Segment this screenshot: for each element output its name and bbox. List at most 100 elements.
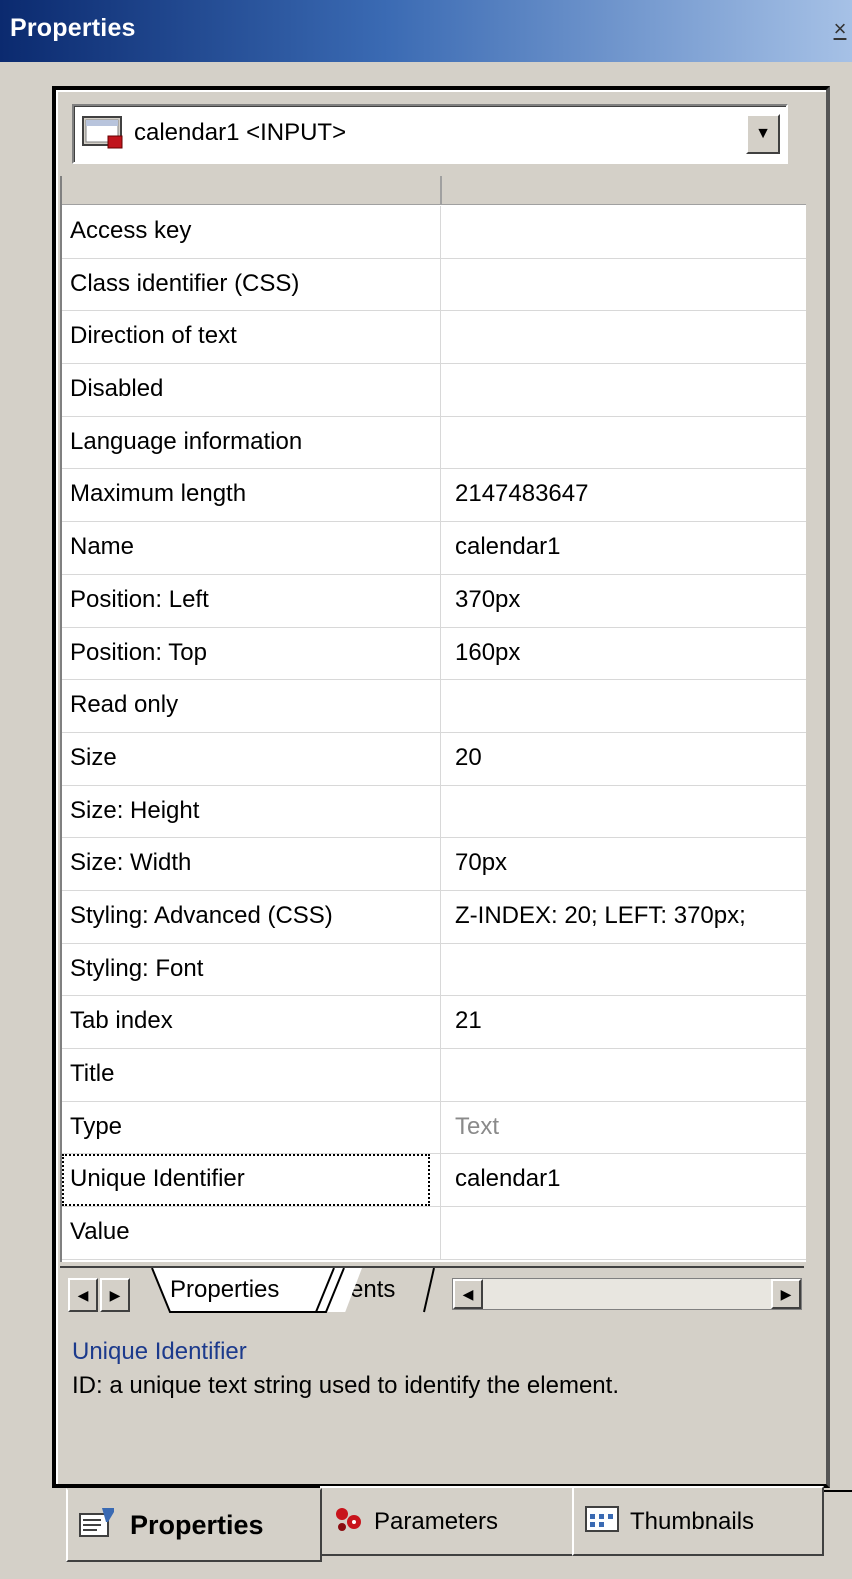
column-divider: [440, 258, 441, 311]
close-button[interactable]: ×: [828, 16, 852, 42]
property-row[interactable]: Access key: [62, 206, 806, 259]
property-row[interactable]: Class identifier (CSS): [62, 258, 806, 312]
properties-icon: [78, 1506, 118, 1547]
property-name[interactable]: Size: [70, 733, 117, 785]
property-value[interactable]: Z-INDEX: 20; LEFT: 370px;: [455, 891, 805, 943]
window-title: Properties: [10, 14, 136, 42]
column-divider: [440, 206, 441, 258]
input-element-icon: [82, 116, 126, 155]
property-grid: Access key Class identifier (CSS) Directio…: [60, 176, 806, 1262]
property-row[interactable]: Value: [62, 1207, 806, 1260]
property-value[interactable]: [455, 417, 805, 469]
scroll-right-button[interactable]: ▶: [771, 1279, 801, 1309]
property-name[interactable]: Styling: Font: [70, 944, 203, 996]
property-row[interactable]: Position: Top 160px: [62, 627, 806, 681]
property-value[interactable]: [455, 259, 805, 311]
property-value[interactable]: [455, 1207, 805, 1259]
property-row[interactable]: Read only: [62, 680, 806, 733]
property-name[interactable]: Disabled: [70, 364, 163, 416]
property-name[interactable]: Access key: [70, 206, 191, 258]
property-name[interactable]: Title: [70, 1049, 114, 1101]
property-value[interactable]: calendar1: [455, 522, 805, 574]
property-value[interactable]: [455, 206, 805, 258]
tab-parameters-label: Parameters: [374, 1508, 499, 1535]
property-name[interactable]: Type: [70, 1102, 122, 1154]
arrow-left-icon: ◀: [77, 1287, 89, 1303]
property-name[interactable]: Position: Top: [70, 628, 207, 680]
property-row[interactable]: Size: Width 70px: [62, 838, 806, 891]
property-row[interactable]: Title: [62, 1049, 806, 1102]
column-divider[interactable]: [440, 176, 442, 204]
property-value[interactable]: 2147483647: [455, 469, 805, 521]
tab-properties-panel[interactable]: Properties: [66, 1488, 322, 1562]
property-row[interactable]: Language information: [62, 416, 806, 470]
property-row[interactable]: Disabled: [62, 364, 806, 417]
column-divider: [440, 680, 441, 732]
property-value[interactable]: Text: [455, 1102, 805, 1154]
property-name[interactable]: Value: [70, 1207, 130, 1259]
thumbnails-icon: [584, 1504, 620, 1541]
property-name[interactable]: Read only: [70, 680, 178, 732]
property-row[interactable]: Styling: Font: [62, 943, 806, 997]
column-divider: [440, 1207, 441, 1259]
object-selector-combobox[interactable]: calendar1 <INPUT> ▼: [72, 104, 788, 164]
property-name[interactable]: Unique Identifier: [62, 1154, 430, 1207]
property-rows: Access key Class identifier (CSS) Directio…: [62, 206, 806, 1260]
property-row[interactable]: Direction of text: [62, 311, 806, 365]
property-value[interactable]: 20: [455, 733, 805, 785]
property-row[interactable]: Position: Left 370px: [62, 574, 806, 628]
property-value[interactable]: [455, 944, 805, 996]
property-name[interactable]: Size: Height: [70, 786, 199, 838]
property-name[interactable]: Tab index: [70, 996, 173, 1048]
property-row[interactable]: Tab index 21: [62, 996, 806, 1049]
property-value[interactable]: 21: [455, 996, 805, 1048]
horizontal-scrollbar[interactable]: ◀ ▶: [452, 1278, 802, 1310]
tab-scroll-left-button[interactable]: ◀: [68, 1278, 98, 1312]
property-value[interactable]: [455, 1049, 805, 1101]
tab-scroll-right-button[interactable]: ▶: [100, 1278, 130, 1312]
description-pane: Unique Identifier ID: a unique text stri…: [60, 1318, 804, 1478]
column-divider: [440, 416, 441, 469]
property-name[interactable]: Styling: Advanced (CSS): [70, 891, 333, 943]
column-divider: [440, 890, 441, 943]
scroll-left-button[interactable]: ◀: [453, 1279, 483, 1309]
property-name[interactable]: Position: Left: [70, 575, 209, 627]
column-divider: [440, 522, 441, 574]
property-name[interactable]: Language information: [70, 417, 302, 469]
arrow-right-icon: ▶: [780, 1286, 792, 1302]
tab-thumbnails[interactable]: Thumbnails: [572, 1486, 824, 1556]
property-value[interactable]: 370px: [455, 575, 805, 627]
property-row[interactable]: Styling: Advanced (CSS) Z-INDEX: 20; LEFT…: [62, 890, 806, 944]
property-name[interactable]: Class identifier (CSS): [70, 259, 299, 311]
column-divider: [440, 364, 441, 416]
property-row[interactable]: Unique Identifier calendar1: [62, 1154, 806, 1208]
arrow-right-icon: ▶: [109, 1287, 121, 1303]
object-selector-value: calendar1 <INPUT>: [134, 119, 347, 146]
sheet-tab-strip: ◀ ▶ Events Properties ◀ ▶: [60, 1266, 804, 1318]
property-name[interactable]: Direction of text: [70, 311, 237, 363]
property-value[interactable]: calendar1: [455, 1154, 805, 1206]
property-row[interactable]: Type Text: [62, 1101, 806, 1155]
column-divider: [440, 996, 441, 1048]
property-value[interactable]: [455, 786, 805, 838]
property-value[interactable]: 70px: [455, 838, 805, 890]
tab-outline: [151, 1268, 435, 1313]
property-value[interactable]: [455, 680, 805, 732]
property-row[interactable]: Size: Height: [62, 785, 806, 839]
description-title: Unique Identifier: [72, 1338, 247, 1365]
window-titlebar[interactable]: Properties ×: [0, 0, 852, 62]
tab-parameters[interactable]: Parameters: [320, 1486, 574, 1556]
column-divider: [440, 785, 441, 838]
property-row[interactable]: Size 20: [62, 732, 806, 786]
property-name[interactable]: Maximum length: [70, 469, 246, 521]
property-row[interactable]: Name calendar1: [62, 522, 806, 575]
property-name[interactable]: Name: [70, 522, 134, 574]
parameters-icon: [332, 1504, 366, 1541]
property-value[interactable]: [455, 364, 805, 416]
dropdown-arrow-button[interactable]: ▼: [746, 114, 780, 154]
property-value[interactable]: 160px: [455, 628, 805, 680]
property-row[interactable]: Maximum length 2147483647: [62, 469, 806, 523]
property-value[interactable]: [455, 311, 805, 363]
tab-properties-panel-label: Properties: [130, 1510, 264, 1540]
property-name[interactable]: Size: Width: [70, 838, 191, 890]
